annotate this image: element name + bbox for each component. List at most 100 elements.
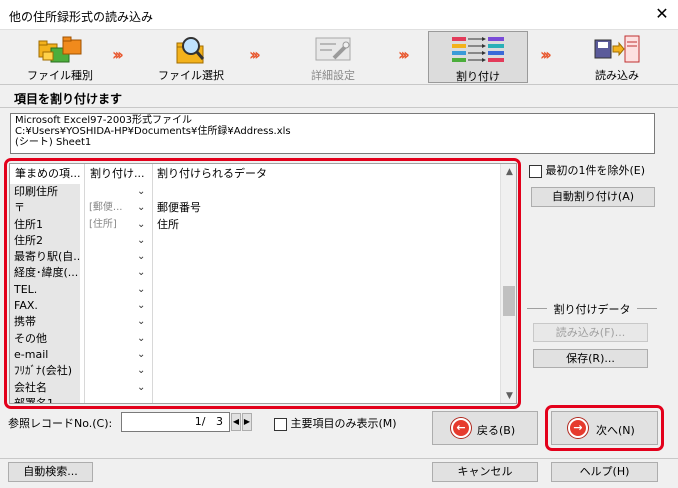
grid-field-cell: 住所1 — [14, 217, 43, 231]
grid-assigned-cell[interactable]: ⌄ — [85, 380, 153, 396]
grid-assigned-cell[interactable]: ⌄ — [85, 282, 153, 298]
scroll-thumb[interactable] — [503, 286, 515, 316]
auto-search-button[interactable]: 自動検索... — [8, 462, 93, 482]
grid-data-cell — [155, 380, 495, 396]
window-title: 他の住所録形式の読み込み — [9, 10, 154, 24]
group-line-right — [637, 308, 657, 309]
assign-data-group: 割り付けデータ — [527, 301, 657, 317]
grid-data-cell — [155, 347, 495, 363]
chevron-down-icon[interactable]: ⌄ — [137, 380, 145, 396]
grid-field-cell: 印刷住所 — [14, 185, 58, 198]
grid-assigned-cell[interactable]: [郵便... ⌄ — [85, 200, 153, 216]
save-assign-button[interactable]: 保存(R)... — [533, 349, 648, 368]
only-main-label: 主要項目のみ表示(M) — [290, 417, 397, 430]
section-title: 項目を割り付けます — [14, 92, 123, 106]
grid-field-cell: TEL. — [14, 282, 38, 296]
only-main-row[interactable]: 主要項目のみ表示(M) — [274, 415, 397, 431]
footer-divider — [0, 458, 678, 459]
chevron-down-icon[interactable]: ⌄ — [137, 298, 145, 314]
grid-data-cell — [155, 233, 495, 249]
chevron-down-icon[interactable]: ⌄ — [137, 363, 145, 379]
grid-assigned-cell[interactable]: ⌄ — [85, 265, 153, 281]
next-label: 次へ(N) — [596, 424, 635, 437]
grid-data-cell: 住所 — [157, 217, 179, 231]
grid-field-cell: ﾌﾘｶﾞﾅ(会社) — [14, 364, 73, 378]
next-arrow-icon: → — [568, 418, 588, 438]
cancel-button[interactable]: キャンセル — [432, 462, 538, 482]
folders-icon — [37, 34, 83, 69]
grid-field-cell: 部署名1 — [14, 396, 54, 404]
grid-data-cell — [155, 249, 495, 265]
file-type-text: Microsoft Excel97-2003形式ファイル — [15, 115, 192, 126]
chevron-down-icon[interactable]: ⌄ — [137, 314, 145, 330]
grid-field-cell: 経度･緯度(... — [14, 266, 79, 280]
step-import: 読み込み — [577, 31, 657, 83]
chevron-down-icon[interactable]: ⌄ — [137, 249, 145, 265]
data-column: 郵便番号 住所 — [155, 184, 495, 403]
step-label: 詳細設定 — [311, 69, 355, 82]
grid-header-assigned[interactable]: 割り付け... — [85, 164, 155, 184]
grid-assigned-cell[interactable]: ⌄ — [85, 298, 153, 314]
chevron-down-icon[interactable]: ⌄ — [137, 217, 145, 233]
grid-assigned-cell[interactable]: ⌄ — [85, 233, 153, 249]
chevron-down-icon[interactable]: ⌄ — [137, 233, 145, 249]
grid-data-cell — [155, 265, 495, 281]
scroll-down-icon[interactable]: ▼ — [501, 388, 516, 403]
assigned-value: [住所] — [89, 218, 117, 230]
grid-header-data[interactable]: 割り付けられるデータ — [152, 164, 492, 184]
chevron-down-icon[interactable]: ⌄ — [137, 184, 145, 200]
chevron-down-icon[interactable]: ⌄ — [137, 396, 145, 403]
only-main-checkbox[interactable] — [274, 417, 287, 431]
grid-field-cell: 携帯 — [14, 315, 36, 329]
assign-data-group-label: 割り付けデータ — [553, 303, 631, 316]
auto-assign-button[interactable]: 自動割り付け(A) — [531, 187, 655, 207]
next-button[interactable]: → 次へ(N) — [551, 411, 658, 445]
load-assign-button[interactable]: 読み込み(F)... — [533, 323, 648, 342]
step-arrow-icon: ››› — [540, 45, 552, 64]
close-icon[interactable]: ✕ — [652, 4, 672, 24]
exclude-first-checkbox[interactable] — [529, 164, 542, 178]
grid-data-cell — [155, 331, 495, 347]
step-detail-settings: 詳細設定 — [293, 31, 373, 83]
chevron-down-icon[interactable]: ⌄ — [137, 331, 145, 347]
record-number-input[interactable]: 1/ 3 — [121, 412, 230, 432]
grid-assigned-cell[interactable]: ⌄ — [85, 314, 153, 330]
back-arrow-icon: ← — [451, 418, 471, 438]
grid-data-cell — [155, 184, 495, 200]
grid-assigned-cell[interactable]: ⌄ — [85, 331, 153, 347]
step-label: 割り付け — [456, 70, 500, 83]
help-button[interactable]: ヘルプ(H) — [551, 462, 658, 482]
record-next-icon[interactable]: ▶ — [242, 413, 252, 431]
chevron-down-icon[interactable]: ⌄ — [137, 282, 145, 298]
grid-header-field[interactable]: 筆まめの項... — [10, 164, 85, 184]
grid-assigned-cell[interactable]: [住所] ⌄ — [85, 217, 153, 233]
chevron-down-icon[interactable]: ⌄ — [137, 200, 145, 216]
file-path-text: C:¥Users¥YOSHIDA-HP¥Documents¥住所録¥Addres… — [15, 126, 291, 137]
grid-assigned-cell[interactable]: ⌄ — [85, 396, 153, 403]
grid-data-cell — [155, 363, 495, 379]
chevron-down-icon[interactable]: ⌄ — [137, 347, 145, 363]
grid-assigned-cell[interactable]: ⌄ — [85, 347, 153, 363]
grid-field-cell: 最寄り駅(自... — [14, 250, 80, 264]
settings-wrench-icon — [312, 34, 354, 69]
exclude-first-row[interactable]: 最初の1件を除外(E) — [529, 162, 645, 178]
grid-vertical-scrollbar[interactable]: ▲ ▼ — [500, 164, 516, 403]
scroll-up-icon[interactable]: ▲ — [501, 164, 516, 181]
grid-data-cell — [155, 396, 495, 403]
grid-assigned-cell[interactable]: ⌄ — [85, 184, 153, 200]
step-assign: 割り付け — [428, 31, 528, 83]
back-button[interactable]: ← 戻る(B) — [432, 411, 538, 445]
assigned-value: [郵便... — [89, 202, 123, 214]
grid-assigned-cell[interactable]: ⌄ — [85, 363, 153, 379]
field-mapping-grid[interactable]: 筆まめの項... 割り付け... 割り付けられるデータ 印刷住所〒住所1 住所2 最… — [9, 163, 517, 404]
exclude-first-label: 最初の1件を除外(E) — [545, 164, 646, 177]
step-arrow-icon: ››› — [398, 45, 410, 64]
step-file-select: ファイル選択 — [151, 31, 231, 83]
chevron-down-icon[interactable]: ⌄ — [137, 265, 145, 281]
record-prev-icon[interactable]: ◀ — [231, 413, 241, 431]
grid-field-cell: 住所2 — [14, 233, 43, 247]
grid-data-cell: 郵便番号 — [157, 201, 201, 215]
title-bar: 他の住所録形式の読み込み ✕ — [0, 0, 678, 30]
grid-assigned-cell[interactable]: ⌄ — [85, 249, 153, 265]
grid-data-cell — [155, 282, 495, 298]
